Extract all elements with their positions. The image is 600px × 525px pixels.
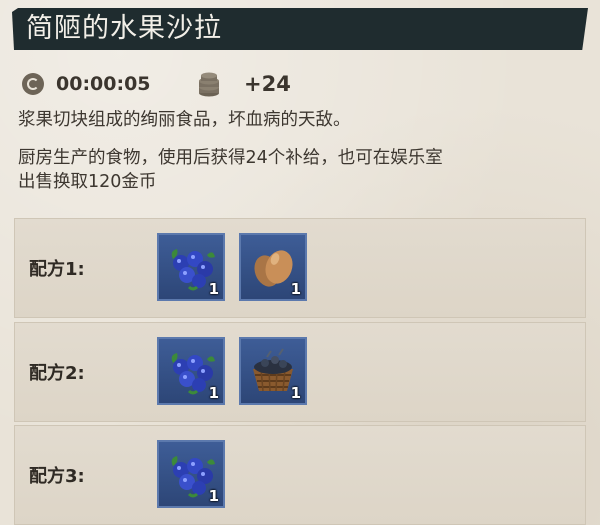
recipe-row-2: 配方2: 1 1 — [14, 322, 586, 422]
ingredient-slot[interactable]: 1 — [157, 233, 225, 301]
item-detail-panel: 简陋的水果沙拉 00:00:05 +24 浆果切块组成的绚丽食品，坏血病的天敌。… — [0, 0, 600, 525]
ingredient-qty: 1 — [208, 280, 219, 298]
ingredient-slot[interactable]: 1 — [157, 337, 225, 405]
item-usage: 厨房生产的食物，使用后获得24个补给，也可在娱乐室 出售换取120金币 — [18, 146, 578, 194]
item-description: 浆果切块组成的绚丽食品，坏血病的天敌。 — [18, 110, 351, 130]
recipe-label: 配方3: — [29, 466, 85, 487]
ingredient-qty: 1 — [208, 487, 219, 505]
ingredient-qty: 1 — [290, 384, 301, 402]
item-usage-line-2: 出售换取120金币 — [18, 172, 157, 192]
recipe-label: 配方2: — [29, 363, 85, 384]
ingredient-slot[interactable]: 1 — [239, 233, 307, 301]
ingredient-qty: 1 — [290, 280, 301, 298]
recipe-row-3: 配方3: 1 — [14, 425, 586, 525]
coin-reward: +24 — [244, 72, 291, 96]
clock-icon — [22, 73, 44, 95]
recipe-row-1: 配方1: 1 1 — [14, 218, 586, 318]
ingredient-slot[interactable]: 1 — [239, 337, 307, 405]
item-usage-line-1: 厨房生产的食物，使用后获得24个补给，也可在娱乐室 — [18, 148, 443, 168]
time-stat: 00:00:05 — [22, 70, 151, 98]
item-title: 简陋的水果沙拉 — [26, 13, 222, 44]
craft-time: 00:00:05 — [56, 73, 151, 95]
recipe-label: 配方1: — [29, 259, 85, 280]
coins-icon — [199, 72, 219, 97]
ingredient-slot[interactable]: 1 — [157, 440, 225, 508]
ingredient-qty: 1 — [208, 384, 219, 402]
